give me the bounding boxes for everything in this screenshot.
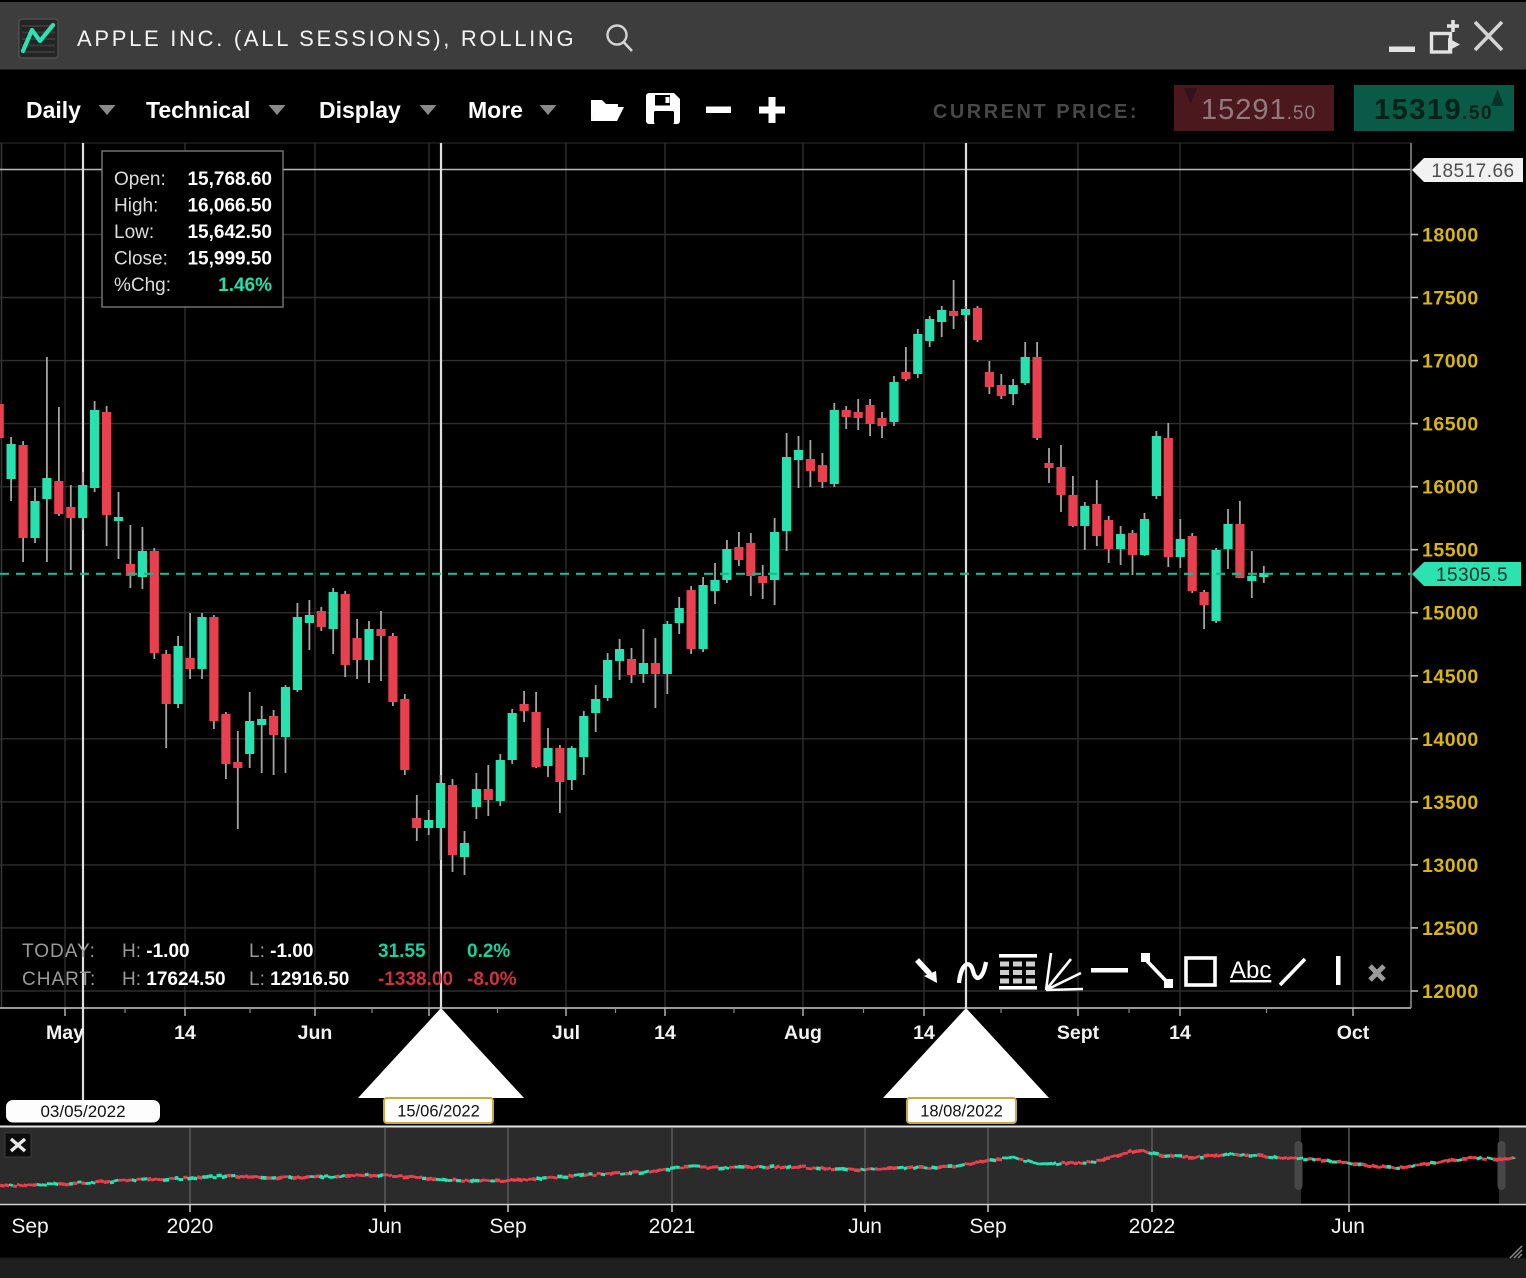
svg-text:13500: 13500 <box>1422 792 1479 814</box>
svg-text:12500: 12500 <box>1422 918 1479 940</box>
svg-text:16000: 16000 <box>1422 477 1479 499</box>
svg-text:13000: 13000 <box>1422 855 1479 877</box>
svg-text:14: 14 <box>174 1022 196 1044</box>
svg-text:14500: 14500 <box>1422 666 1479 688</box>
svg-text:Display: Display <box>319 97 401 123</box>
svg-text:14: 14 <box>1169 1022 1191 1044</box>
svg-text:14: 14 <box>913 1022 935 1044</box>
svg-text:16500: 16500 <box>1422 414 1479 436</box>
svg-text:Sept: Sept <box>1057 1022 1100 1044</box>
svg-text:18/08/2022: 18/08/2022 <box>920 1103 1003 1121</box>
svg-text:15,999.50: 15,999.50 <box>187 249 272 270</box>
svg-text:Jun: Jun <box>1331 1215 1365 1238</box>
svg-text:16,066.50: 16,066.50 <box>187 196 272 217</box>
svg-text:14000: 14000 <box>1422 729 1479 751</box>
svg-text:More: More <box>468 97 523 123</box>
svg-text:Close:: Close: <box>114 249 168 270</box>
svg-text:2020: 2020 <box>167 1215 214 1238</box>
svg-text:18517.66: 18517.66 <box>1431 161 1514 182</box>
svg-text:CURRENT PRICE:: CURRENT PRICE: <box>933 101 1139 123</box>
svg-text:Jun: Jun <box>848 1215 882 1238</box>
svg-text:Jun: Jun <box>298 1022 333 1044</box>
svg-text:Aug: Aug <box>784 1022 822 1044</box>
svg-text:Abc: Abc <box>1230 957 1271 984</box>
svg-text:L: 12916.50: L: 12916.50 <box>249 969 349 990</box>
svg-text:-1338.00: -1338.00 <box>378 969 453 990</box>
svg-text:L: -1.00: L: -1.00 <box>249 941 313 962</box>
svg-text:Jun: Jun <box>368 1215 402 1238</box>
svg-text:15/06/2022: 15/06/2022 <box>397 1103 480 1121</box>
svg-text:Daily: Daily <box>26 97 81 123</box>
svg-text:0.2%: 0.2% <box>467 941 510 962</box>
svg-text:15305.5: 15305.5 <box>1436 565 1508 586</box>
svg-text:TODAY:: TODAY: <box>22 941 96 962</box>
svg-text:12000: 12000 <box>1422 981 1479 1003</box>
svg-text:18000: 18000 <box>1422 225 1479 247</box>
svg-text:17000: 17000 <box>1422 351 1479 373</box>
svg-text:15,642.50: 15,642.50 <box>187 222 272 243</box>
svg-text:Open:: Open: <box>114 169 166 190</box>
svg-text:15500: 15500 <box>1422 540 1479 562</box>
svg-text:Technical: Technical <box>146 97 250 123</box>
svg-text:May: May <box>46 1022 84 1044</box>
svg-text:2021: 2021 <box>649 1215 696 1238</box>
svg-text:Jul: Jul <box>552 1022 580 1044</box>
svg-text:Oct: Oct <box>1337 1022 1370 1044</box>
svg-text:2022: 2022 <box>1129 1215 1176 1238</box>
svg-text:14: 14 <box>654 1022 676 1044</box>
svg-text:15,768.60: 15,768.60 <box>187 169 272 190</box>
svg-text:Sep: Sep <box>489 1215 526 1238</box>
svg-text:15000: 15000 <box>1422 603 1479 625</box>
svg-text:CHART:: CHART: <box>22 969 96 990</box>
svg-text:APPLE INC. (ALL SESSIONS), ROL: APPLE INC. (ALL SESSIONS), ROLLING <box>77 26 576 51</box>
svg-text:Sep: Sep <box>969 1215 1006 1238</box>
svg-text:High:: High: <box>114 196 158 217</box>
svg-text:H: -1.00: H: -1.00 <box>122 941 190 962</box>
svg-text:17500: 17500 <box>1422 288 1479 310</box>
svg-text:Low:: Low: <box>114 222 154 243</box>
svg-text:Sep: Sep <box>11 1215 48 1238</box>
svg-text:31.55: 31.55 <box>378 941 426 962</box>
svg-text:-8.0%: -8.0% <box>467 969 517 990</box>
svg-text:%Chg:: %Chg: <box>114 275 171 296</box>
svg-text:03/05/2022: 03/05/2022 <box>40 1102 125 1121</box>
svg-text:1.46%: 1.46% <box>218 275 272 296</box>
svg-text:H: 17624.50: H: 17624.50 <box>122 969 226 990</box>
